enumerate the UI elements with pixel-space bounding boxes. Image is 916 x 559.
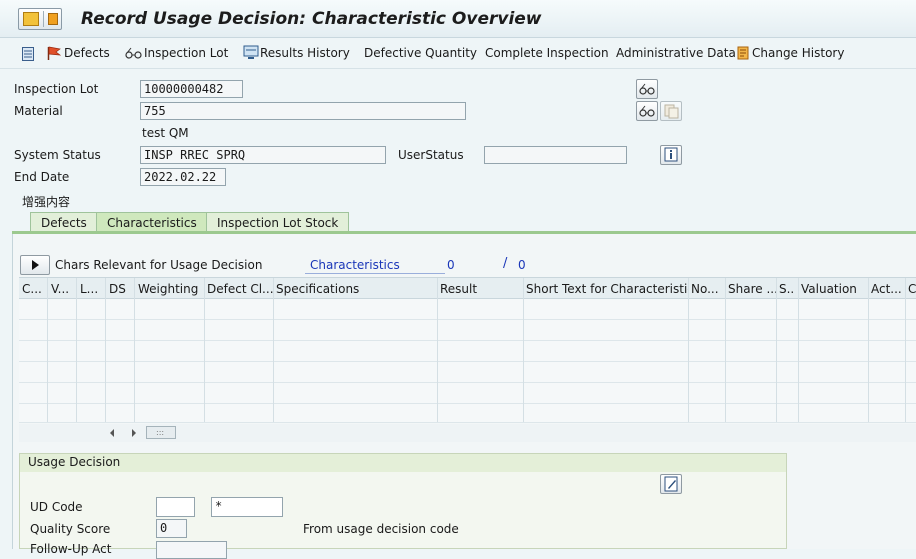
- tab-defects[interactable]: Defects: [30, 212, 98, 232]
- play-icon: [32, 260, 39, 270]
- inspection-lot-button[interactable]: Inspection Lot: [144, 46, 228, 60]
- ud-code-field[interactable]: [156, 497, 195, 517]
- column-header[interactable]: Result: [440, 282, 522, 296]
- glasses-icon: [639, 83, 655, 95]
- column-header[interactable]: Defect Cl...: [207, 282, 273, 296]
- change-history-button[interactable]: Change History: [752, 46, 844, 60]
- column-header[interactable]: L...: [80, 282, 106, 296]
- scroll-thumb[interactable]: :::: [146, 426, 176, 439]
- copy-icon: [664, 104, 679, 119]
- display-lot-button[interactable]: [636, 79, 658, 99]
- display-material-button[interactable]: [636, 101, 658, 121]
- characteristics-total: 0: [518, 258, 526, 272]
- column-header[interactable]: Short Text for Characteristic: [526, 282, 688, 296]
- material-label: Material: [14, 104, 63, 118]
- table-header: C... V... L... DS Weighting Defect Cl...…: [19, 277, 916, 299]
- page-title: Record Usage Decision: Characteristic Ov…: [81, 9, 542, 29]
- svg-text::::: :::: [156, 428, 164, 437]
- end-date-field: 2022.02.22: [140, 168, 226, 186]
- column-header[interactable]: C...: [22, 282, 48, 296]
- monitor-icon: [243, 45, 259, 59]
- followup-action-field: [156, 541, 227, 559]
- application-toolbar: Defects Inspection Lot Results History D…: [0, 39, 916, 69]
- status-info-button[interactable]: [660, 145, 682, 165]
- glasses-icon: [639, 105, 655, 117]
- tab-characteristics[interactable]: Characteristics: [96, 212, 208, 232]
- edit-icon: [664, 476, 678, 492]
- quality-score-field: 0: [156, 519, 187, 538]
- characteristics-link[interactable]: Characteristics: [310, 258, 400, 272]
- material-description: test QM: [142, 126, 189, 140]
- characteristics-count: 0: [447, 258, 455, 272]
- list-icon[interactable]: [22, 47, 34, 61]
- inspection-lot-field[interactable]: 10000000482: [140, 80, 243, 98]
- end-date-label: End Date: [14, 170, 70, 184]
- system-status-label: System Status: [14, 148, 101, 162]
- followup-action-label: Follow-Up Act: [30, 542, 112, 556]
- menu-icon-button[interactable]: [18, 8, 62, 30]
- dropdown-icon: [48, 13, 58, 25]
- complete-inspection-button[interactable]: Complete Inspection: [485, 46, 609, 60]
- quality-score-note: From usage decision code: [303, 522, 459, 536]
- column-header[interactable]: Specifications: [276, 282, 436, 296]
- column-header[interactable]: V...: [51, 282, 77, 296]
- usage-decision-title: Usage Decision: [28, 455, 121, 469]
- column-header[interactable]: Weighting: [138, 282, 204, 296]
- column-header[interactable]: Act...: [871, 282, 905, 296]
- material-field[interactable]: 755: [140, 102, 466, 120]
- expand-button[interactable]: [20, 255, 50, 275]
- enhanced-content-label: 增强内容: [22, 195, 71, 209]
- info-icon: [664, 147, 678, 162]
- copy-button[interactable]: [660, 101, 682, 121]
- title-bar: Record Usage Decision: Characteristic Ov…: [0, 0, 916, 38]
- user-status-label: UserStatus: [398, 148, 464, 162]
- count-separator: /: [503, 256, 508, 271]
- column-header[interactable]: Share ...: [728, 282, 776, 296]
- quality-score-label: Quality Score: [30, 522, 111, 536]
- flag-icon: [47, 46, 61, 60]
- scroll-arrows-icon[interactable]: [108, 427, 144, 439]
- system-status-field: INSP RREC SPRQ: [140, 146, 386, 164]
- results-history-button[interactable]: Results History: [260, 46, 350, 60]
- administrative-data-button[interactable]: Administrative Data: [616, 46, 736, 60]
- ud-code-label: UD Code: [30, 500, 83, 514]
- inspection-lot-label: Inspection Lot: [14, 82, 99, 96]
- column-header[interactable]: No...: [691, 282, 725, 296]
- grip-icon: :::: [156, 428, 164, 437]
- edit-ud-button[interactable]: [660, 474, 682, 494]
- exit-icon: [23, 12, 39, 26]
- history-icon: [737, 46, 749, 60]
- glasses-icon: [125, 47, 142, 59]
- column-header[interactable]: C: [908, 282, 916, 296]
- column-header[interactable]: DS: [109, 282, 135, 296]
- defective-quantity-button[interactable]: Defective Quantity: [364, 46, 477, 60]
- ud-code-secondary-field[interactable]: *: [211, 497, 283, 517]
- tab-inspection-lot-stock[interactable]: Inspection Lot Stock: [206, 212, 350, 232]
- user-status-field: [484, 146, 627, 164]
- chars-section-label: Chars Relevant for Usage Decision: [55, 258, 263, 272]
- defects-button[interactable]: Defects: [64, 46, 110, 60]
- column-header[interactable]: S..: [779, 282, 799, 296]
- column-header[interactable]: Valuation: [801, 282, 867, 296]
